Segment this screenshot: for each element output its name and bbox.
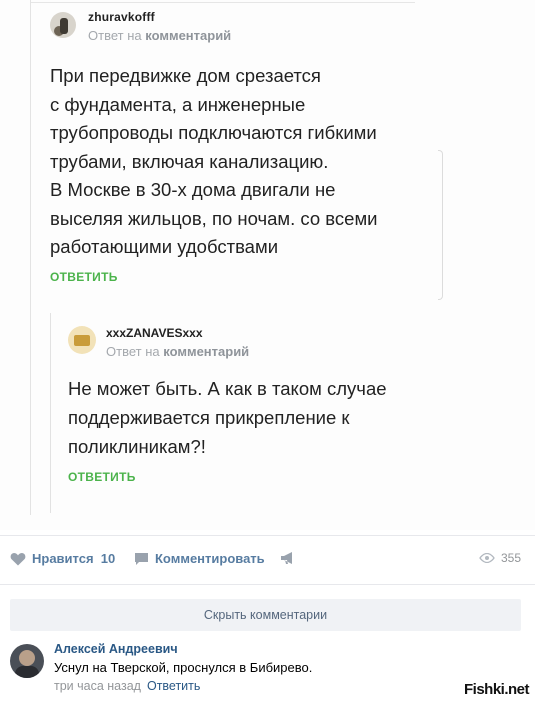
divider <box>30 2 415 3</box>
comment-line: поликлиникам?! <box>68 436 206 457</box>
comment-icon <box>135 552 148 565</box>
comment-line: с фундамента, а инженерные <box>50 93 306 115</box>
eye-icon <box>479 553 495 563</box>
comment-line: При передвижке дом срезается <box>50 65 321 86</box>
comment-line: поддерживается прикрепление к <box>68 407 350 428</box>
reply-target: комментарий <box>163 344 250 359</box>
reply-prefix: Ответ на <box>106 344 160 359</box>
comment-line: выселяя жильцов, по ночам. со всеми <box>50 207 378 229</box>
comment-line: работающими удобствами <box>50 236 279 257</box>
views-count: 355 <box>500 551 521 565</box>
thread-line <box>30 0 31 515</box>
avatar <box>50 12 76 38</box>
like-button[interactable]: Нравится 10 <box>10 551 115 566</box>
nested-thread-line <box>50 313 51 513</box>
watermark: Fishki.net <box>463 681 530 698</box>
reply-to: Ответ на комментарий <box>106 344 249 359</box>
heart-icon <box>10 552 26 565</box>
comment-author: zhuravkofff <box>88 10 155 24</box>
share-button[interactable] <box>280 551 302 565</box>
reply-button: ОТВЕТИТЬ <box>50 270 118 284</box>
comment-author[interactable]: Алексей Андреевич <box>54 642 178 656</box>
reply-to: Ответ на комментарий <box>88 28 231 43</box>
page: zhuravkofff Ответ на комментарий При пер… <box>0 0 535 702</box>
comment-meta: три часа назад Ответить <box>54 679 200 693</box>
embedded-screenshot: zhuravkofff Ответ на комментарий При пер… <box>0 0 535 530</box>
comment-author: xxxZANAVESxxx <box>106 326 203 340</box>
reply-button: ОТВЕТИТЬ <box>68 470 136 484</box>
comment-line: Не может быть. А как в таком случае <box>68 378 387 399</box>
like-count: 10 <box>100 551 116 566</box>
comment-line: В Москве в 30-х дома двигали не <box>50 179 336 200</box>
divider <box>0 584 535 585</box>
avatar[interactable] <box>10 644 44 678</box>
reply-link[interactable]: Ответить <box>147 679 200 693</box>
post-actions: Нравится 10 Комментировать 355 <box>0 540 535 576</box>
comment: Алексей Андреевич Уснул на Тверской, про… <box>10 640 525 700</box>
reply-prefix: Ответ на <box>88 28 142 43</box>
comment-line: трубопроводы подключаются гибкими <box>50 122 377 143</box>
comment-text: Не может быть. А как в таком случае подд… <box>68 374 448 461</box>
scrollbar <box>438 150 443 300</box>
comment-line: трубами, включая канализацию. <box>50 150 329 172</box>
avatar <box>68 326 96 354</box>
comment-text: Уснул на Тверской, проснулся в Бибирево. <box>54 660 313 675</box>
comment-label: Комментировать <box>155 551 265 566</box>
comment-text: При передвижке дом срезается с фундамент… <box>50 62 435 262</box>
megaphone-icon <box>281 552 292 564</box>
comment-button[interactable]: Комментировать <box>134 551 265 566</box>
reply-target: комментарий <box>145 28 232 43</box>
like-label: Нравится <box>32 551 94 566</box>
hide-comments-button[interactable]: Скрыть комментарии <box>10 599 521 631</box>
divider <box>0 535 535 536</box>
views-counter: 355 <box>479 551 521 565</box>
comment-time[interactable]: три часа назад <box>54 679 141 693</box>
